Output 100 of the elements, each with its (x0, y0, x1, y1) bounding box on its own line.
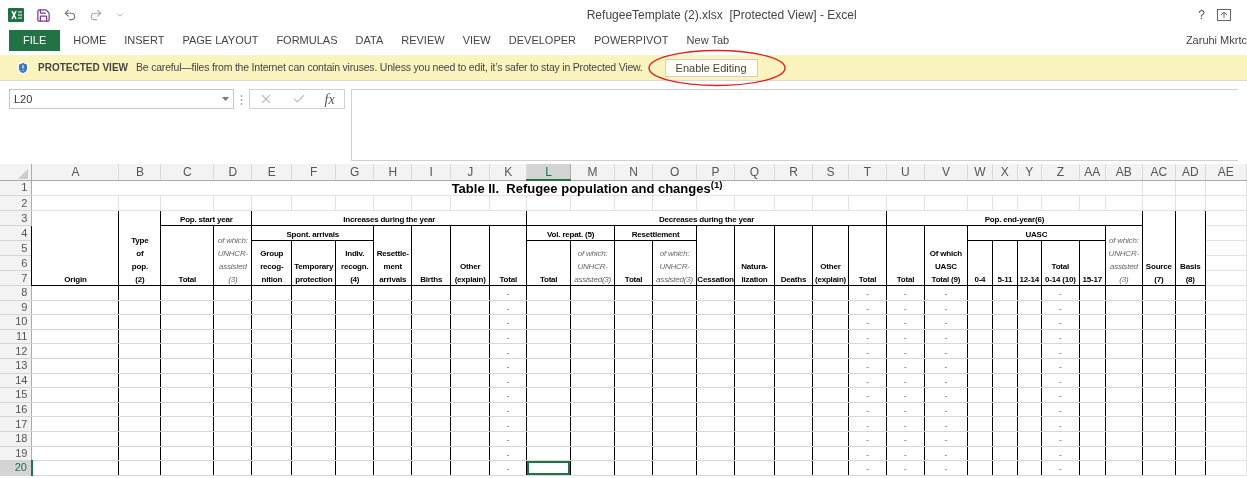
ribbon-tab[interactable]: VIEW (453, 30, 500, 51)
column-header[interactable]: T (848, 164, 887, 180)
undo-icon[interactable] (63, 8, 77, 22)
column-header[interactable]: M (570, 164, 615, 180)
ribbon-display-icon[interactable] (1217, 9, 1231, 21)
column-heading: 12-14 (1019, 275, 1040, 284)
table-cell: - (1059, 420, 1062, 430)
column-header[interactable]: Y (1017, 164, 1042, 180)
spreadsheet-logo-icon[interactable] (8, 7, 24, 23)
ribbon-tab[interactable]: INSERT (115, 30, 174, 51)
table-cell: - (904, 420, 907, 430)
column-heading: Total (178, 275, 197, 284)
column-header[interactable]: Q (734, 164, 775, 180)
table-cell: - (866, 420, 869, 430)
column-header[interactable]: P (696, 164, 735, 180)
table-cell: - (866, 362, 869, 372)
column-header[interactable]: X (992, 164, 1018, 180)
column-header[interactable]: A (32, 164, 119, 180)
column-heading: Spont. arrivals (286, 229, 340, 239)
column-heading: Indiv. recogn. (4) (341, 249, 369, 284)
column-header[interactable]: W (967, 164, 993, 180)
table-cell: - (866, 449, 869, 459)
column-heading: Births (420, 275, 443, 284)
table-cell: - (944, 449, 948, 459)
table-cell: - (506, 420, 510, 430)
column-header[interactable]: E (251, 164, 292, 180)
table-cell: - (944, 391, 948, 401)
column-header[interactable]: U (886, 164, 925, 180)
column-header[interactable]: N (614, 164, 653, 180)
column-header[interactable]: C (160, 164, 214, 180)
column-heading: UASC (1025, 229, 1048, 239)
table-cell: - (506, 318, 510, 328)
column-header[interactable]: L (526, 164, 571, 180)
column-header[interactable]: F (291, 164, 336, 180)
column-header[interactable]: V (924, 164, 968, 180)
column-header[interactable]: AC (1142, 164, 1176, 180)
column-heading: Total (624, 275, 643, 284)
column-header[interactable]: S (812, 164, 849, 180)
table-cell: - (866, 406, 869, 416)
table-cell: - (904, 333, 907, 343)
column-heading: Resettle- ment arrivals (376, 249, 409, 284)
formula-input[interactable] (351, 89, 1238, 161)
table-cell: - (1059, 347, 1062, 357)
table-cell: - (904, 303, 907, 313)
name-box[interactable]: L20 (9, 89, 234, 109)
table-cell: - (866, 347, 869, 357)
column-heading: Pop. end-year(6) (984, 214, 1045, 224)
column-heading: Total 0-14 (10) (1045, 262, 1076, 284)
protected-view-label: PROTECTED VIEW (38, 61, 128, 75)
user-name[interactable]: Zaruhi Mkrtc (1185, 32, 1247, 49)
ribbon-tab[interactable]: DATA (346, 30, 393, 51)
redo-icon[interactable] (89, 8, 103, 22)
enable-editing-button[interactable]: Enable Editing (664, 58, 758, 77)
column-header[interactable]: R (774, 164, 813, 180)
column-header[interactable]: AA (1079, 164, 1106, 180)
dropdown-icon[interactable] (222, 97, 229, 101)
column-header[interactable]: D (213, 164, 252, 180)
column-header[interactable]: Z (1041, 164, 1080, 180)
column-heading: Other (explain) (814, 262, 847, 284)
table-cell: - (904, 289, 907, 299)
column-header[interactable]: K (489, 164, 527, 180)
table-cell: - (866, 391, 869, 401)
column-header[interactable]: G (335, 164, 374, 180)
column-heading: Basis (8) (1180, 262, 1201, 284)
insert-function-button[interactable]: fx (324, 88, 335, 110)
shield-icon (16, 60, 30, 75)
table-cell: - (904, 318, 907, 328)
column-header[interactable]: AE (1205, 164, 1247, 180)
table-cell: - (904, 406, 907, 416)
column-header[interactable]: B (118, 164, 161, 180)
ribbon-tab[interactable]: FORMULAS (267, 30, 347, 51)
table-cell: - (866, 376, 869, 386)
table-cell: - (866, 435, 869, 445)
column-header[interactable]: J (450, 164, 490, 180)
help-button[interactable]: ? (1198, 6, 1205, 24)
column-header[interactable]: AD (1175, 164, 1206, 180)
ribbon-tab[interactable]: REVIEW (392, 30, 454, 51)
table-cell: - (506, 362, 510, 372)
ribbon-tab[interactable]: DEVELOPER (499, 30, 585, 51)
ribbon-tab[interactable]: New Tab (677, 30, 739, 51)
ribbon-tab[interactable]: HOME (64, 30, 116, 51)
column-header[interactable]: AB (1105, 164, 1143, 180)
ribbon-tab[interactable]: POWERPIVOT (585, 30, 678, 51)
table-cell: - (944, 318, 948, 328)
file-tab[interactable]: FILE (9, 30, 61, 51)
column-header[interactable]: O (652, 164, 697, 180)
table-cell: - (1059, 464, 1062, 474)
column-heading: Of which UASC Total (9) (929, 249, 962, 284)
table-cell: - (866, 303, 869, 313)
save-icon[interactable] (36, 7, 51, 23)
column-heading: Decreases during the year (659, 214, 755, 224)
table-cell: - (1059, 435, 1062, 445)
table-cell: - (944, 362, 948, 372)
column-header[interactable]: I (411, 164, 451, 180)
selected-cell[interactable] (527, 461, 571, 475)
column-heading: Temporary protection (294, 262, 334, 284)
table-cell: - (944, 376, 948, 386)
table-cell: - (1059, 303, 1062, 313)
column-header[interactable]: H (373, 164, 412, 180)
ribbon-tab[interactable]: PAGE LAYOUT (173, 30, 268, 51)
